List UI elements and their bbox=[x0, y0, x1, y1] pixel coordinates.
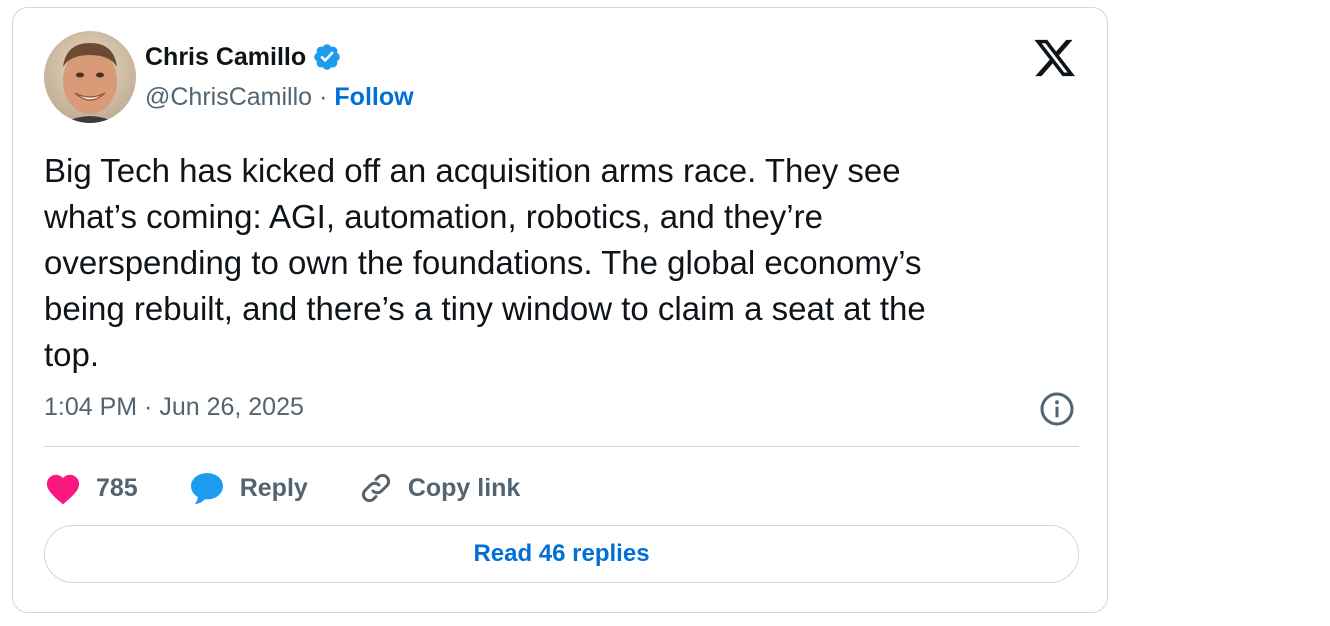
author-name-row: Chris Camillo bbox=[145, 42, 342, 72]
copy-link-button[interactable]: Copy link bbox=[358, 470, 521, 506]
reply-label: Reply bbox=[239, 473, 308, 502]
copy-link-label: Copy link bbox=[407, 473, 521, 502]
like-button[interactable]: 785 bbox=[44, 471, 138, 505]
separator-dot: · bbox=[319, 83, 328, 111]
divider bbox=[44, 446, 1079, 447]
avatar[interactable] bbox=[44, 31, 136, 123]
author-name[interactable]: Chris Camillo bbox=[145, 43, 306, 72]
heart-icon bbox=[46, 474, 80, 505]
x-logo-icon[interactable] bbox=[1033, 38, 1077, 78]
avatar-image bbox=[44, 31, 136, 123]
tweet-timestamp[interactable]: 1:04 PM · Jun 26, 2025 bbox=[44, 393, 304, 422]
reply-button[interactable]: Reply bbox=[188, 470, 308, 506]
link-icon bbox=[361, 474, 390, 502]
follow-button[interactable]: Follow bbox=[334, 83, 413, 112]
verified-badge-icon bbox=[314, 44, 340, 70]
author-handle[interactable]: @ChrisCamillo bbox=[145, 83, 312, 112]
like-count: 785 bbox=[96, 473, 138, 502]
author-handle-row: @ChrisCamillo · Follow bbox=[145, 83, 414, 112]
tweet-card: Chris Camillo @ChrisCamillo · Follow Big… bbox=[12, 7, 1108, 613]
speech-bubble-icon bbox=[190, 473, 223, 505]
action-bar: 785 Reply Copy link bbox=[44, 466, 570, 510]
info-icon[interactable] bbox=[1039, 391, 1075, 427]
read-replies-button[interactable]: Read 46 replies bbox=[44, 525, 1079, 583]
tweet-text: Big Tech has kicked off an acquisition a… bbox=[44, 152, 926, 373]
